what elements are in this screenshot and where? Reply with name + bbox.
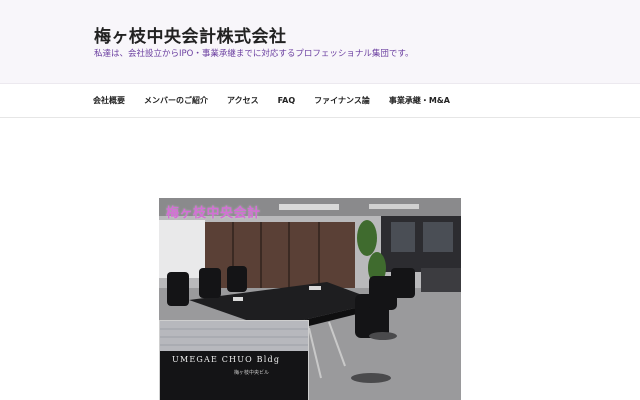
nav-item-finance[interactable]: ファイナンス論 <box>314 95 370 106</box>
nav-item-access[interactable]: アクセス <box>227 95 259 106</box>
building-sign-inset: UMEGAE CHUO Bldg 梅ヶ枝中央ビル <box>159 320 309 400</box>
nav-item-company-overview[interactable]: 会社概要 <box>93 95 125 106</box>
nav-item-succession-ma[interactable]: 事業承継・M&A <box>389 95 450 106</box>
hero-caption: 梅ヶ枝中央会計 <box>166 206 261 221</box>
site-title[interactable]: 梅ヶ枝中央会計株式会社 <box>94 22 287 47</box>
hero-image: 梅ヶ枝中央会計 UMEGAE CHUO Bldg 梅ヶ枝中央ビル <box>159 198 461 400</box>
main-navigation: 会社概要 メンバーのご紹介 アクセス FAQ ファイナンス論 事業承継・M&A <box>0 84 640 118</box>
site-tagline: 私達は、会社設立からIPO・事業承継までに対応するプロフェッショナル集団です。 <box>94 49 414 59</box>
building-sign-text: UMEGAE CHUO Bldg <box>172 355 281 364</box>
building-sign-subtext: 梅ヶ枝中央ビル <box>234 370 270 376</box>
nav-item-members[interactable]: メンバーのご紹介 <box>144 95 208 106</box>
site-header: 梅ヶ枝中央会計株式会社 私達は、会社設立からIPO・事業承継までに対応するプロフ… <box>0 0 640 84</box>
nav-menu: 会社概要 メンバーのご紹介 アクセス FAQ ファイナンス論 事業承継・M&A <box>93 84 450 117</box>
nav-item-faq[interactable]: FAQ <box>278 96 296 105</box>
